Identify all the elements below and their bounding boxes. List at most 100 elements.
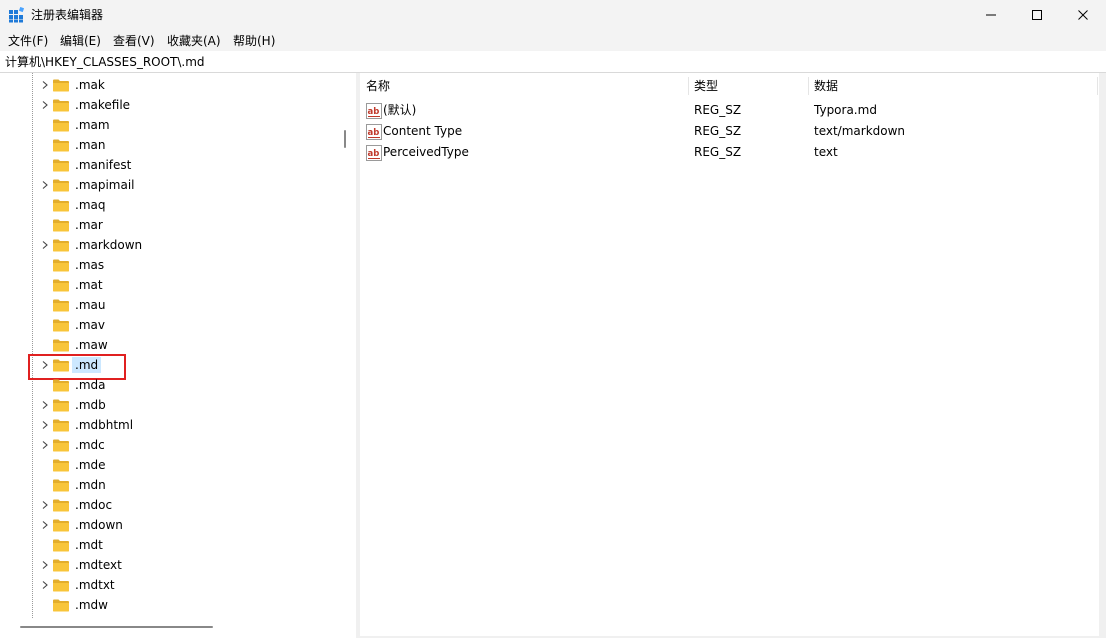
column-header-name[interactable]: 名称	[360, 73, 688, 99]
tree-item-label: .mat	[75, 278, 103, 292]
menu-edit[interactable]: 编辑(E)	[60, 33, 101, 49]
value-row[interactable]: ab (默认) REG_SZ Typora.md	[360, 100, 1099, 121]
tree-item[interactable]: .mav	[0, 315, 338, 335]
value-data: text	[814, 145, 838, 159]
chevron-right-icon[interactable]	[40, 500, 50, 510]
minimize-icon	[986, 14, 996, 16]
tree-item-label: .mda	[75, 378, 106, 392]
chevron-right-icon[interactable]	[40, 520, 50, 530]
address-path[interactable]: 计算机\HKEY_CLASSES_ROOT\.md	[5, 55, 205, 69]
tree-item[interactable]: .maq	[0, 195, 338, 215]
tree-item[interactable]: .mdbhtml	[0, 415, 338, 435]
tree-item-label: .mdn	[75, 478, 106, 492]
svg-text:ab: ab	[368, 149, 380, 159]
value-data: text/markdown	[814, 124, 906, 138]
value-name: (默认)	[383, 103, 417, 117]
tree-vertical-scrollbar[interactable]	[338, 73, 356, 618]
tree-item-label: .manifest	[75, 158, 132, 172]
tree-horizontal-scrollbar[interactable]	[0, 618, 338, 638]
tree-item[interactable]: .mdn	[0, 475, 338, 495]
column-divider[interactable]	[1097, 77, 1098, 95]
value-data: Typora.md	[814, 103, 877, 117]
tree-item-label: .mar	[75, 218, 103, 232]
tree-item-label: .mam	[75, 118, 110, 132]
tree-item-label: .mau	[75, 298, 106, 312]
tree-item[interactable]: .makefile	[0, 95, 338, 115]
tree-item[interactable]: .mdoc	[0, 495, 338, 515]
chevron-right-icon[interactable]	[40, 400, 50, 410]
tree-item[interactable]: .mde	[0, 455, 338, 475]
tree-item[interactable]: .man	[0, 135, 338, 155]
tree-item[interactable]: .mapimail	[0, 175, 338, 195]
window-frame-right	[1099, 73, 1106, 638]
folder-icon	[53, 179, 69, 192]
chevron-right-icon[interactable]	[40, 240, 50, 250]
tree-item-label: .mdt	[75, 538, 103, 552]
tree-item[interactable]: .mdb	[0, 395, 338, 415]
chevron-right-icon[interactable]	[40, 180, 50, 190]
maximize-button[interactable]	[1014, 0, 1060, 30]
folder-icon	[53, 119, 69, 132]
tree-item[interactable]: .mam	[0, 115, 338, 135]
tree-item[interactable]: .mat	[0, 275, 338, 295]
menu-view[interactable]: 查看(V)	[113, 33, 155, 49]
menu-favorites[interactable]: 收藏夹(A)	[167, 33, 221, 49]
value-row[interactable]: ab Content Type REG_SZ text/markdown	[360, 121, 1099, 142]
value-name: PerceivedType	[383, 145, 469, 159]
tree-item[interactable]: .mdw	[0, 595, 338, 615]
value-type: REG_SZ	[694, 124, 742, 138]
chevron-right-icon[interactable]	[40, 100, 50, 110]
tree-item[interactable]: .mdt	[0, 535, 338, 555]
folder-icon	[53, 299, 69, 312]
tree-vertical-scroll-thumb[interactable]	[344, 130, 346, 148]
key-tree: .mak .makefile .mam .man .manifest .mapimail.…	[0, 73, 338, 618]
tree-item[interactable]: .mdown	[0, 515, 338, 535]
folder-icon	[53, 279, 69, 292]
tree-item-label: .md	[72, 357, 102, 373]
address-bar[interactable]: 计算机\HKEY_CLASSES_ROOT\.md	[0, 51, 1106, 73]
tree-item-label: .mdtxt	[75, 578, 115, 592]
folder-icon	[53, 479, 69, 492]
string-value-icon: ab	[366, 103, 382, 119]
tree-item[interactable]: .mdtext	[0, 555, 338, 575]
chevron-right-icon[interactable]	[40, 560, 50, 570]
tree-item-label: .mdb	[75, 398, 106, 412]
tree-item[interactable]: .maw	[0, 335, 338, 355]
svg-text:ab: ab	[368, 128, 380, 138]
title-bar[interactable]: 注册表编辑器	[0, 0, 1106, 30]
close-icon	[1078, 10, 1088, 20]
tree-item[interactable]: .mar	[0, 215, 338, 235]
value-row[interactable]: ab PerceivedType REG_SZ text	[360, 142, 1099, 163]
folder-icon	[53, 539, 69, 552]
column-header-data[interactable]: 数据	[808, 73, 1098, 99]
close-button[interactable]	[1060, 0, 1106, 30]
tree-item-label: .markdown	[75, 238, 143, 252]
tree-item[interactable]: .mak	[0, 75, 338, 95]
tree-item[interactable]: .mda	[0, 375, 338, 395]
tree-item[interactable]: .mas	[0, 255, 338, 275]
tree-item[interactable]: .manifest	[0, 155, 338, 175]
chevron-right-icon[interactable]	[40, 420, 50, 430]
menu-file[interactable]: 文件(F)	[8, 33, 48, 49]
folder-icon	[53, 219, 69, 232]
chevron-right-icon[interactable]	[40, 580, 50, 590]
minimize-button[interactable]	[968, 0, 1014, 30]
tree-item[interactable]: .mdtxt	[0, 575, 338, 595]
chevron-right-icon[interactable]	[40, 360, 50, 370]
folder-icon	[53, 559, 69, 572]
chevron-right-icon[interactable]	[40, 440, 50, 450]
tree-item[interactable]: .mdc	[0, 435, 338, 455]
tree-item-label: .mak	[75, 78, 105, 92]
chevron-right-icon[interactable]	[40, 80, 50, 90]
folder-icon	[53, 599, 69, 612]
tree-item[interactable]: .mau	[0, 295, 338, 315]
tree-item-label: .maq	[75, 198, 106, 212]
value-type: REG_SZ	[694, 103, 742, 117]
tree-item[interactable]: .markdown	[0, 235, 338, 255]
menu-help[interactable]: 帮助(H)	[233, 33, 275, 49]
folder-icon	[53, 239, 69, 252]
tree-item-label: .mdc	[75, 438, 105, 452]
tree-item[interactable]: .md	[0, 355, 338, 375]
tree-horizontal-scroll-thumb[interactable]	[20, 626, 213, 628]
column-header-type[interactable]: 类型	[688, 73, 808, 99]
